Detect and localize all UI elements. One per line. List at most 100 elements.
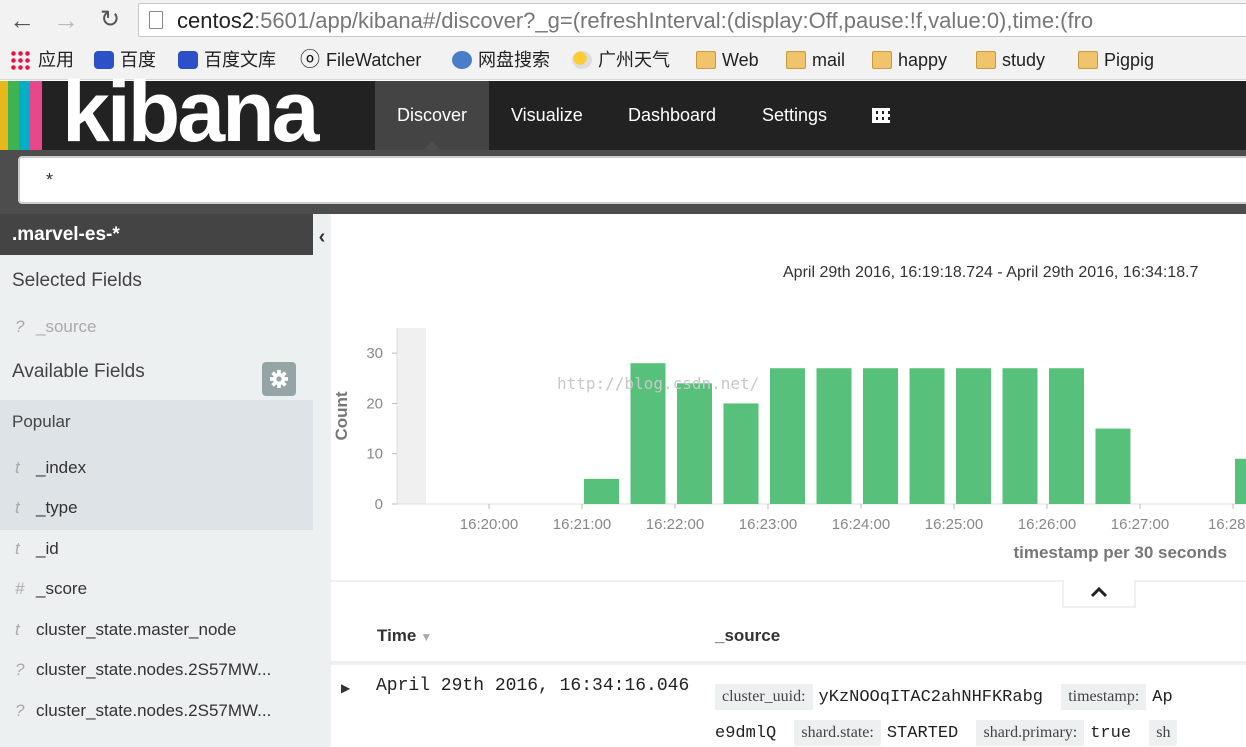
source-value: Ap <box>1152 688 1173 707</box>
selected-fields-heading: Selected Fields <box>12 270 142 291</box>
field-type-icon: ? <box>15 660 25 679</box>
apps-grid-icon[interactable] <box>872 108 890 123</box>
field-name: _index <box>36 458 87 477</box>
y-tick-label: 0 <box>375 496 383 513</box>
bookmark-label: mail <box>812 50 846 70</box>
field-type-icon: t <box>15 620 20 639</box>
folder-icon <box>1078 51 1098 69</box>
tab-visualize[interactable]: Visualize <box>489 81 605 150</box>
logo-stripe <box>0 81 8 150</box>
field-type-icon: ? <box>15 317 25 336</box>
chevron-up-icon <box>1090 586 1108 598</box>
time-range-label: April 29th 2016, 16:19:18.724 - April 29… <box>783 264 1199 281</box>
index-pattern-selector[interactable]: .marvel-es-* <box>0 214 313 255</box>
bookmark-label: happy <box>898 50 948 70</box>
field-type-icon: t <box>15 458 20 477</box>
sidebar-gutter <box>313 214 331 747</box>
tab-discover[interactable]: Discover <box>375 81 490 150</box>
source-key: timestamp: <box>1061 684 1147 710</box>
histogram-bar <box>909 368 945 504</box>
field-type-icon: # <box>15 579 25 598</box>
sort-down-icon[interactable]: ▼ <box>420 630 432 644</box>
collapse-chart-button[interactable] <box>1062 580 1136 608</box>
source-value: STARTED <box>886 724 959 743</box>
bookmark-item[interactable]: happy <box>872 48 947 72</box>
histogram-bar <box>816 368 852 504</box>
table-header-divider <box>331 661 1246 665</box>
field-type-icon: ? <box>15 701 25 720</box>
tab-dashboard[interactable]: Dashboard <box>606 81 738 150</box>
source-key: shard.primary: <box>976 720 1085 746</box>
bookmark-item[interactable]: ⓞ FileWatcher <box>300 48 421 72</box>
bookmark-item[interactable]: 广州天气 <box>572 48 670 72</box>
source-key: sh <box>1149 720 1178 746</box>
bookmark-item[interactable]: Pigpig <box>1078 48 1154 72</box>
kibana-logo-stripes <box>0 81 64 150</box>
back-arrow-icon[interactable]: ← <box>6 4 38 36</box>
source-key: shard.state: <box>794 720 881 746</box>
bookmark-item[interactable]: 网盘搜索 <box>452 48 550 72</box>
tab-settings[interactable]: Settings <box>740 81 849 150</box>
folder-icon <box>786 51 806 69</box>
field-sidebar: .marvel-es-* Selected Fields ? _source A… <box>0 214 313 747</box>
logo-stripe <box>8 81 19 150</box>
field-item[interactable]: ? cluster_state.nodes.2S57MW... <box>0 691 313 731</box>
histogram-bar <box>1095 428 1131 504</box>
histogram-chart: 0 10 20 30 Count 16:20:00 16:21:00 16:22:00 16:2… <box>332 328 1246 562</box>
field-item[interactable]: ? _source <box>0 307 313 347</box>
kibana-logo[interactable]: kibana <box>62 69 319 155</box>
column-header-time[interactable]: Time ▼ <box>377 626 432 646</box>
histogram-bar <box>723 403 759 504</box>
x-tick-label: 16:26:00 <box>1018 516 1076 533</box>
expand-row-icon[interactable]: ▶ <box>341 681 350 695</box>
field-name: _id <box>36 539 59 558</box>
histogram-bar <box>1049 368 1084 504</box>
field-name: _type <box>36 498 78 517</box>
histogram-bar <box>1002 368 1038 504</box>
histogram-bar <box>863 368 898 504</box>
search-input[interactable] <box>18 156 1246 204</box>
weather-icon <box>572 51 592 69</box>
field-item[interactable]: t cluster_state.master_node <box>0 610 313 650</box>
bookmark-label: 广州天气 <box>598 50 670 70</box>
y-axis-label: Count <box>332 391 351 440</box>
field-name: cluster_state.nodes.2S57MW... <box>36 660 272 679</box>
source-key: cluster_uuid: <box>715 684 813 710</box>
field-name: _score <box>36 579 88 598</box>
field-item[interactable]: t _type <box>0 488 313 528</box>
histogram-bar <box>677 383 712 504</box>
y-tick-label: 20 <box>366 395 383 412</box>
folder-icon <box>872 51 892 69</box>
folder-icon <box>696 51 716 69</box>
column-header-source: _source <box>715 626 781 645</box>
source-value: true <box>1090 724 1132 743</box>
field-settings-button[interactable] <box>262 362 296 396</box>
collapse-sidebar-icon[interactable]: ‹ <box>313 222 331 252</box>
row-source-cell: cluster_uuid: yKzNOOqITAC2ahNHFKRabg time… <box>715 680 1246 747</box>
bookmark-label: study <box>1002 50 1046 70</box>
x-tick-label: 16:25:00 <box>925 516 983 533</box>
forward-arrow-icon[interactable]: → <box>50 4 82 36</box>
source-value: yKzNOOqITAC2ahNHFKRabg <box>818 688 1043 707</box>
address-bar[interactable]: centos2:5601/app/kibana#/discover?_g=(re… <box>138 3 1246 37</box>
bookmark-item[interactable]: Web <box>696 48 759 72</box>
field-item[interactable]: t _id <box>0 529 313 569</box>
bookmark-label: 网盘搜索 <box>478 50 550 70</box>
histogram-bar <box>956 368 991 504</box>
reload-icon[interactable]: ↻ <box>94 4 126 36</box>
field-item[interactable]: ? cluster_state.nodes.2S57MW... <box>0 650 313 690</box>
page-icon <box>149 11 163 29</box>
histogram-bar <box>584 478 619 504</box>
bookmark-item[interactable]: study <box>976 48 1045 72</box>
available-fields-heading: Available Fields <box>12 361 145 382</box>
watermark-text: http://blog.csdn.net/ <box>557 374 760 393</box>
popular-heading: Popular <box>12 412 71 431</box>
y-tick-label: 30 <box>366 345 383 362</box>
y-tick-label: 10 <box>366 446 383 463</box>
bookmark-item[interactable]: mail <box>786 48 845 72</box>
x-axis-label: timestamp per 30 seconds <box>1013 543 1227 562</box>
gear-icon <box>270 370 288 388</box>
field-item[interactable]: # _score <box>0 569 313 609</box>
discover-main: April 29th 2016, 16:19:18.724 - April 29… <box>331 214 1246 747</box>
field-item[interactable]: t _index <box>0 448 313 488</box>
